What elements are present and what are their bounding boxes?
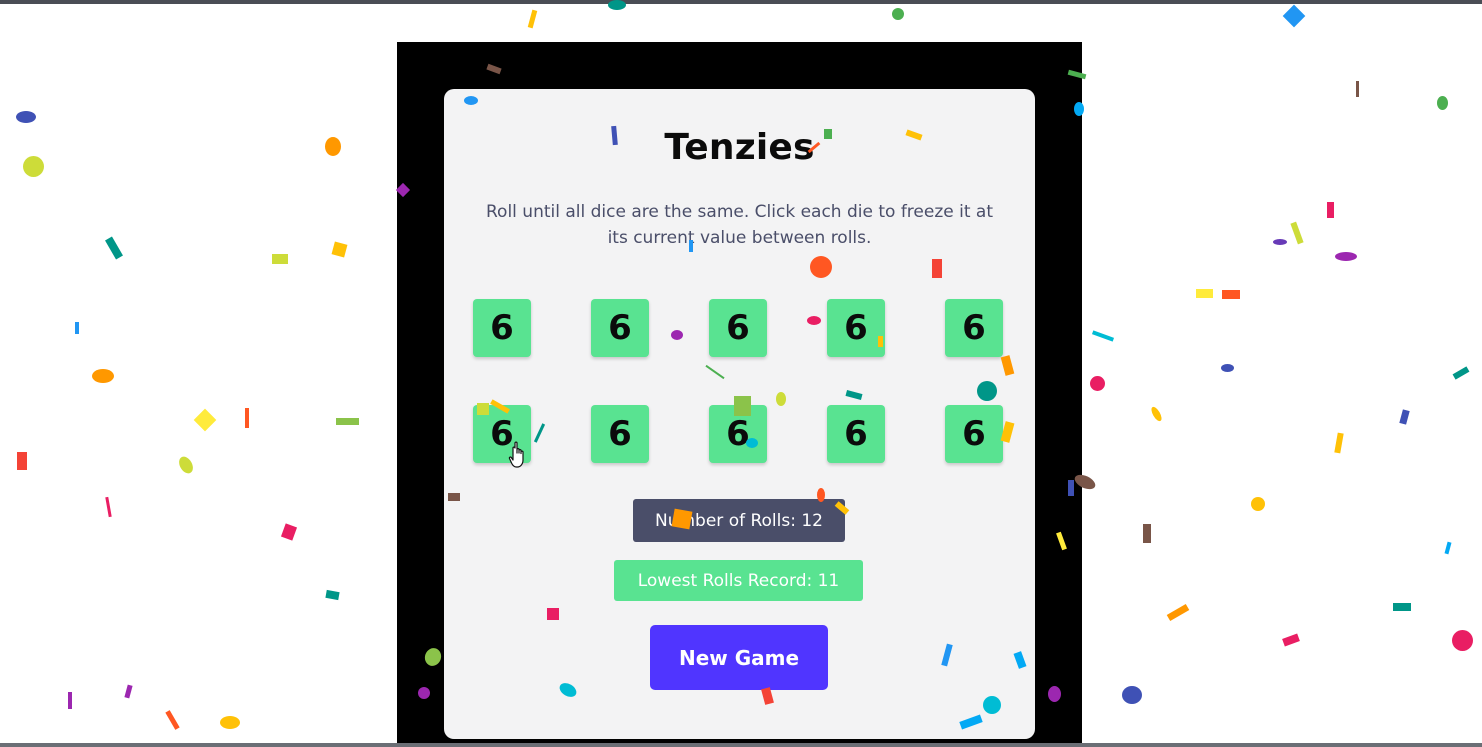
rolls-counter: Number of Rolls: 12 xyxy=(633,499,845,542)
die-6[interactable]: 6 xyxy=(473,405,531,463)
die-4[interactable]: 6 xyxy=(827,299,885,357)
die-3[interactable]: 6 xyxy=(709,299,767,357)
die-9[interactable]: 6 xyxy=(827,405,885,463)
rolls-record: Lowest Rolls Record: 11 xyxy=(614,560,863,601)
window-top-border xyxy=(0,0,1482,4)
die-2[interactable]: 6 xyxy=(591,299,649,357)
die-8[interactable]: 6 xyxy=(709,405,767,463)
dice-grid: 6 6 6 6 6 6 6 6 6 6 xyxy=(473,299,1006,465)
die-5[interactable]: 6 xyxy=(945,299,1003,357)
window-bottom-border xyxy=(0,743,1482,747)
die-1[interactable]: 6 xyxy=(473,299,531,357)
game-title: Tenzies xyxy=(664,127,815,168)
new-game-button[interactable]: New Game xyxy=(650,625,828,690)
game-card: Tenzies Roll until all dice are the same… xyxy=(444,89,1035,739)
die-10[interactable]: 6 xyxy=(945,405,1003,463)
die-7[interactable]: 6 xyxy=(591,405,649,463)
game-instructions: Roll until all dice are the same. Click … xyxy=(486,202,993,248)
